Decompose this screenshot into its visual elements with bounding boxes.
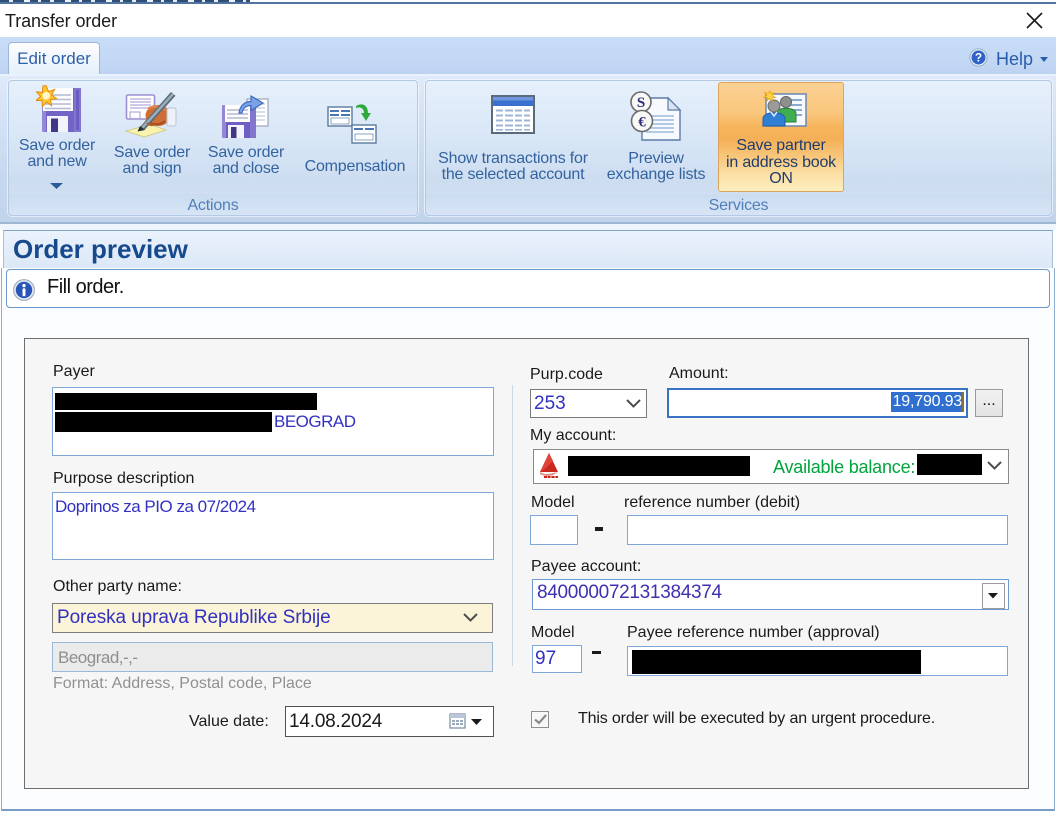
svg-text:S: S: [637, 95, 645, 111]
svg-text:€: €: [638, 115, 646, 131]
svg-text:?: ?: [975, 52, 982, 65]
